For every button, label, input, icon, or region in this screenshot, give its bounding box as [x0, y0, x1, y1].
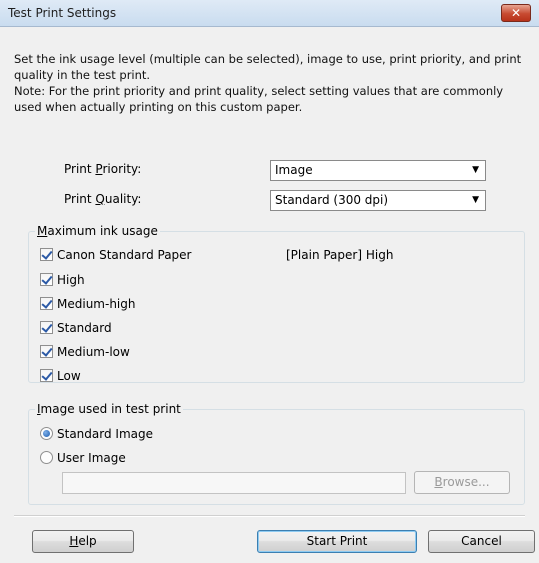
checkbox-standard[interactable]: Standard: [40, 321, 112, 337]
description-text: Set the ink usage level (multiple can be…: [14, 52, 522, 114]
checkbox-medium-low[interactable]: Medium-low: [40, 345, 130, 361]
radio-unselected-icon[interactable]: [40, 451, 53, 464]
browse-button[interactable]: Browse...: [414, 471, 510, 494]
checkbox-high[interactable]: High: [40, 273, 85, 289]
image-group-title: Image used in test print: [35, 402, 183, 416]
title-bar: Test Print Settings ✕: [0, 0, 539, 27]
print-quality-value: Standard (300 dpi): [275, 193, 389, 207]
print-priority-label: Print Priority:: [64, 162, 142, 176]
cancel-button[interactable]: Cancel: [428, 530, 535, 553]
help-button[interactable]: Help: [32, 530, 134, 553]
checkbox-checked-icon[interactable]: [40, 273, 53, 286]
start-print-button[interactable]: Start Print: [257, 530, 417, 553]
chevron-down-icon: ▼: [472, 195, 479, 205]
window-title: Test Print Settings: [8, 6, 117, 20]
checkbox-checked-icon[interactable]: [40, 345, 53, 358]
close-button[interactable]: ✕: [501, 4, 531, 22]
divider: [14, 515, 525, 517]
dialog-body: Set the ink usage level (multiple can be…: [0, 27, 539, 563]
checkbox-low[interactable]: Low: [40, 369, 81, 385]
media-note: [Plain Paper] High: [286, 248, 394, 262]
checkbox-medium-high[interactable]: Medium-high: [40, 297, 135, 313]
print-quality-label: Print Quality:: [64, 192, 142, 206]
checkbox-checked-icon[interactable]: [40, 369, 53, 382]
print-quality-dropdown[interactable]: Standard (300 dpi) ▼: [270, 190, 486, 211]
print-priority-dropdown[interactable]: Image ▼: [270, 160, 486, 181]
checkbox-checked-icon[interactable]: [40, 321, 53, 334]
print-priority-value: Image: [275, 163, 313, 177]
user-image-path-field[interactable]: [62, 472, 406, 494]
radio-user-image[interactable]: User Image: [40, 451, 126, 467]
checkbox-checked-icon[interactable]: [40, 297, 53, 310]
checkbox-checked-icon[interactable]: [40, 248, 53, 261]
chevron-down-icon: ▼: [472, 165, 479, 175]
checkbox-canon-standard-paper[interactable]: Canon Standard Paper: [40, 248, 192, 264]
close-icon: ✕: [510, 6, 522, 20]
radio-selected-icon[interactable]: [40, 427, 53, 440]
radio-standard-image[interactable]: Standard Image: [40, 427, 153, 443]
ink-usage-group-title: Maximum ink usage: [35, 224, 160, 238]
